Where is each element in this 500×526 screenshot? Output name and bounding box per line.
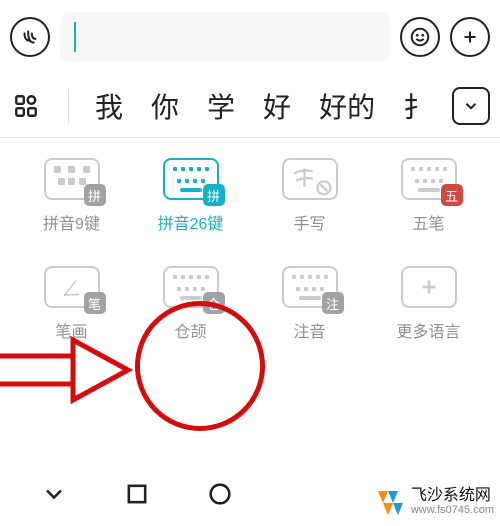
suggestion-word[interactable]: 扌: [403, 86, 422, 126]
layout-option-pinyin9[interactable]: 拼 拼音9键: [12, 158, 131, 234]
suggestion-word[interactable]: 我: [95, 86, 123, 126]
watermark-name: 飞沙系统网: [411, 488, 494, 504]
plus-icon: [401, 266, 457, 308]
watermark: 飞沙系统网 www.fs0745.com: [375, 488, 494, 518]
layout-label: 拼音9键: [43, 210, 100, 234]
caret-icon: [74, 22, 76, 52]
layout-option-cangjie[interactable]: 仓 仓颉: [131, 266, 250, 342]
layout-label: 注音: [293, 318, 325, 342]
suggestion-word[interactable]: 你: [151, 86, 179, 126]
expand-suggestions-button[interactable]: [452, 87, 490, 125]
layout-label: 五笔: [412, 210, 444, 234]
layout-option-more[interactable]: 更多语言: [369, 266, 488, 342]
divider: [68, 89, 69, 123]
nav-home-button[interactable]: [206, 480, 234, 513]
annotation-arrow: [0, 334, 143, 411]
suggestion-word[interactable]: 好的: [319, 86, 375, 126]
layout-option-handwrite[interactable]: 手写: [250, 158, 369, 234]
layout-label: 更多语言: [396, 318, 460, 342]
add-button[interactable]: [450, 17, 490, 57]
layout-label: 笔画: [55, 318, 87, 342]
text-input[interactable]: [60, 12, 390, 62]
keyboard-icon: 五: [401, 158, 457, 200]
watermark-logo-icon: [375, 488, 405, 518]
layout-option-stroke[interactable]: 𠃋 笔 笔画: [12, 266, 131, 342]
layout-option-pinyin26[interactable]: 拼 拼音26键: [131, 158, 250, 234]
layout-label: 拼音26键: [158, 210, 224, 234]
suggestion-scroll[interactable]: 我 你 学 好 好的 扌: [95, 86, 422, 126]
watermark-url: www.fs0745.com: [411, 504, 494, 517]
keyboard-icon: 注: [282, 266, 338, 308]
keyboard-icon: 拼: [44, 158, 100, 200]
layout-option-zhuyin[interactable]: 注 注音: [250, 266, 369, 342]
badge: 注: [322, 292, 344, 314]
keyboard-icon: 拼: [163, 158, 219, 200]
layout-option-wubi[interactable]: 五 五笔: [369, 158, 488, 234]
emoji-button[interactable]: [400, 17, 440, 57]
nav-back-button[interactable]: [40, 480, 68, 513]
layout-label: 仓颉: [174, 318, 206, 342]
handwrite-icon: [282, 158, 338, 200]
suggestion-word[interactable]: 好: [263, 86, 291, 126]
badge: 拼: [84, 184, 106, 206]
badge: 仓: [203, 292, 225, 314]
badge: 拼: [203, 184, 225, 206]
stroke-icon: 𠃋 笔: [44, 266, 100, 308]
badge: 五: [441, 184, 463, 206]
suggestion-word[interactable]: 学: [207, 86, 235, 126]
badge: 笔: [84, 292, 106, 314]
apps-icon[interactable]: [6, 86, 46, 126]
layout-label: 手写: [293, 210, 325, 234]
voice-button[interactable]: [10, 17, 50, 57]
nav-recents-button[interactable]: [123, 480, 151, 513]
keyboard-icon: 仓: [163, 266, 219, 308]
